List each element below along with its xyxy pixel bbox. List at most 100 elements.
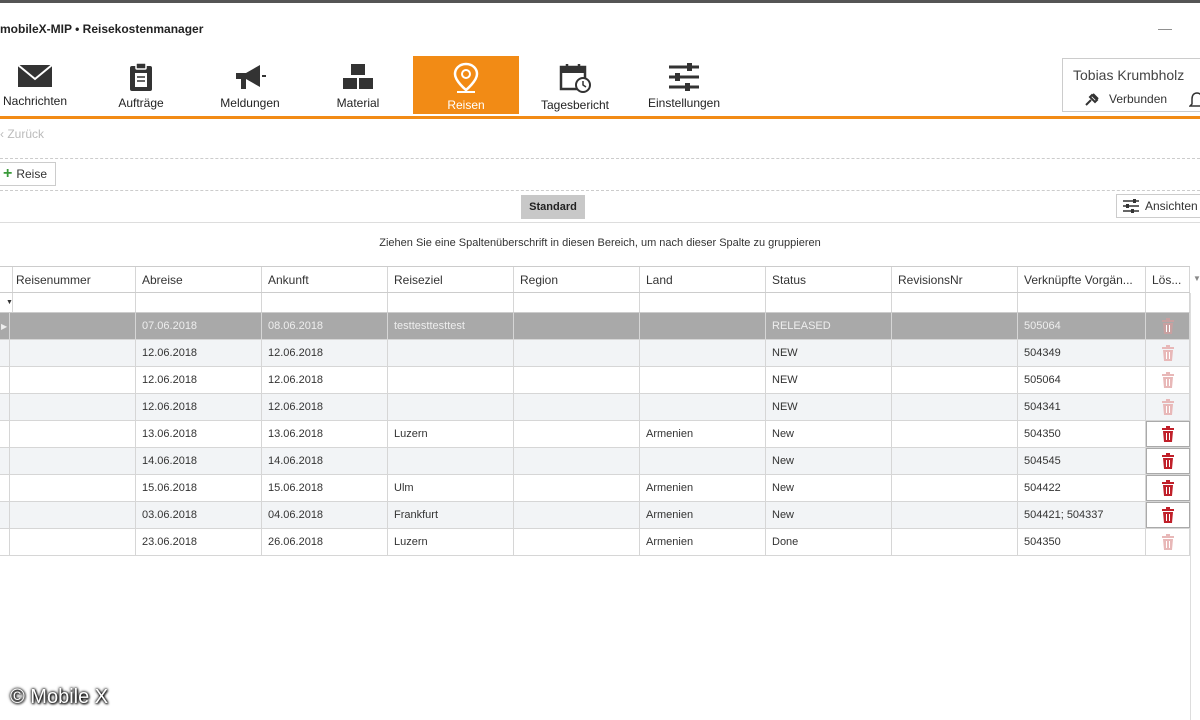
table-row[interactable]: ▶ 07.06.2018 08.06.2018 testtesttesttest REL… xyxy=(0,313,1190,340)
cell-vorgaenge[interactable]: 504545 xyxy=(1018,448,1146,474)
cell-vorgaenge[interactable]: 504349 xyxy=(1018,340,1146,366)
filter-input[interactable] xyxy=(1018,293,1146,312)
cell-status[interactable]: NEW xyxy=(766,367,892,393)
cell-region[interactable] xyxy=(514,529,640,555)
cell-region[interactable] xyxy=(514,421,640,447)
cell-abreise[interactable]: 13.06.2018 xyxy=(136,421,262,447)
cell-vorgaenge[interactable]: 505064 xyxy=(1018,367,1146,393)
cell-revisionsnr[interactable] xyxy=(892,313,1018,339)
cell-reiseziel[interactable] xyxy=(388,394,514,420)
cell-region[interactable] xyxy=(514,340,640,366)
delete-button[interactable] xyxy=(1146,529,1190,555)
table-row[interactable]: 12.06.2018 12.06.2018 NEW 504349 xyxy=(0,340,1190,367)
tab-material[interactable]: Material xyxy=(305,56,411,114)
bell-icon[interactable] xyxy=(1189,91,1200,109)
cell-ankunft[interactable]: 13.06.2018 xyxy=(262,421,388,447)
cell-vorgaenge[interactable]: 504341 xyxy=(1018,394,1146,420)
cell-land[interactable] xyxy=(640,313,766,339)
tab-nachrichten[interactable]: Nachrichten xyxy=(0,56,88,114)
cell-land[interactable] xyxy=(640,448,766,474)
column-header-abreise[interactable]: Abreise xyxy=(136,267,262,292)
cell-vorgaenge[interactable]: 505064 xyxy=(1018,313,1146,339)
column-header-revisionsnr[interactable]: RevisionsNr xyxy=(892,267,1018,292)
filter-input[interactable] xyxy=(892,293,1018,312)
cell-land[interactable] xyxy=(640,394,766,420)
delete-button[interactable] xyxy=(1146,421,1190,447)
filter-input[interactable] xyxy=(640,293,766,312)
cell-vorgaenge[interactable]: 504422 xyxy=(1018,475,1146,501)
cell-land[interactable] xyxy=(640,340,766,366)
column-header-loeschen[interactable]: Lös... xyxy=(1146,267,1190,292)
column-header-region[interactable]: Region xyxy=(514,267,640,292)
cell-reiseziel[interactable]: Ulm xyxy=(388,475,514,501)
table-row[interactable]: 13.06.2018 13.06.2018 Luzern Armenien New 504… xyxy=(0,421,1190,448)
filter-input[interactable] xyxy=(388,293,514,312)
cell-ankunft[interactable]: 12.06.2018 xyxy=(262,340,388,366)
cell-land[interactable]: Armenien xyxy=(640,475,766,501)
views-button[interactable]: Ansichten xyxy=(1116,194,1200,218)
cell-abreise[interactable]: 14.06.2018 xyxy=(136,448,262,474)
delete-button[interactable] xyxy=(1146,475,1190,501)
cell-revisionsnr[interactable] xyxy=(892,394,1018,420)
filter-input[interactable] xyxy=(136,293,262,312)
filter-input[interactable] xyxy=(1146,293,1190,312)
tab-einstellungen[interactable]: Einstellungen xyxy=(631,56,737,114)
cell-status[interactable]: RELEASED xyxy=(766,313,892,339)
cell-region[interactable] xyxy=(514,475,640,501)
delete-button[interactable] xyxy=(1146,448,1190,474)
column-header-vorgaenge[interactable]: Verknüpfte Vorgän... xyxy=(1018,267,1146,292)
delete-button[interactable] xyxy=(1146,394,1190,420)
cell-reisenummer[interactable] xyxy=(10,448,136,474)
cell-ankunft[interactable]: 15.06.2018 xyxy=(262,475,388,501)
filter-input[interactable] xyxy=(10,293,136,312)
delete-button[interactable] xyxy=(1146,367,1190,393)
cell-vorgaenge[interactable]: 504350 xyxy=(1018,421,1146,447)
cell-abreise[interactable]: 07.06.2018 xyxy=(136,313,262,339)
table-row[interactable]: 14.06.2018 14.06.2018 New 504545 xyxy=(0,448,1190,475)
cell-region[interactable] xyxy=(514,313,640,339)
cell-reisenummer[interactable] xyxy=(10,367,136,393)
cell-revisionsnr[interactable] xyxy=(892,529,1018,555)
cell-abreise[interactable]: 12.06.2018 xyxy=(136,394,262,420)
cell-abreise[interactable]: 12.06.2018 xyxy=(136,367,262,393)
cell-revisionsnr[interactable] xyxy=(892,475,1018,501)
cell-region[interactable] xyxy=(514,448,640,474)
tab-tagesbericht[interactable]: Tagesbericht xyxy=(522,56,628,114)
delete-button[interactable] xyxy=(1146,340,1190,366)
cell-abreise[interactable]: 15.06.2018 xyxy=(136,475,262,501)
column-header-land[interactable]: Land xyxy=(640,267,766,292)
cell-land[interactable]: Armenien xyxy=(640,502,766,528)
delete-button[interactable] xyxy=(1146,313,1190,339)
filter-input[interactable] xyxy=(514,293,640,312)
cell-status[interactable]: NEW xyxy=(766,394,892,420)
cell-ankunft[interactable]: 12.06.2018 xyxy=(262,367,388,393)
cell-status[interactable]: New xyxy=(766,421,892,447)
user-panel[interactable]: Tobias Krumbholz Verbunden xyxy=(1062,58,1200,112)
column-header-status[interactable]: Status xyxy=(766,267,892,292)
cell-reisenummer[interactable] xyxy=(10,475,136,501)
cell-land[interactable] xyxy=(640,367,766,393)
cell-reiseziel[interactable]: Frankfurt xyxy=(388,502,514,528)
cell-land[interactable]: Armenien xyxy=(640,421,766,447)
filter-input[interactable] xyxy=(766,293,892,312)
cell-status[interactable]: New xyxy=(766,502,892,528)
cell-ankunft[interactable]: 12.06.2018 xyxy=(262,394,388,420)
column-header-reiseziel[interactable]: Reiseziel xyxy=(388,267,514,292)
cell-revisionsnr[interactable] xyxy=(892,367,1018,393)
cell-reiseziel[interactable] xyxy=(388,340,514,366)
cell-abreise[interactable]: 03.06.2018 xyxy=(136,502,262,528)
cell-reisenummer[interactable] xyxy=(10,529,136,555)
tab-auftraege[interactable]: Aufträge xyxy=(88,56,194,114)
cell-ankunft[interactable]: 26.06.2018 xyxy=(262,529,388,555)
cell-reiseziel[interactable]: Luzern xyxy=(388,529,514,555)
cell-revisionsnr[interactable] xyxy=(892,502,1018,528)
table-row[interactable]: 15.06.2018 15.06.2018 Ulm Armenien New 504422 xyxy=(0,475,1190,502)
minimize-button[interactable]: — xyxy=(1158,20,1172,36)
cell-region[interactable] xyxy=(514,502,640,528)
cell-revisionsnr[interactable] xyxy=(892,421,1018,447)
scrollbar-track[interactable] xyxy=(1190,293,1191,720)
cell-status[interactable]: New xyxy=(766,475,892,501)
cell-region[interactable] xyxy=(514,367,640,393)
cell-ankunft[interactable]: 14.06.2018 xyxy=(262,448,388,474)
column-header-reisenummer[interactable]: Reisenummer xyxy=(10,267,136,292)
